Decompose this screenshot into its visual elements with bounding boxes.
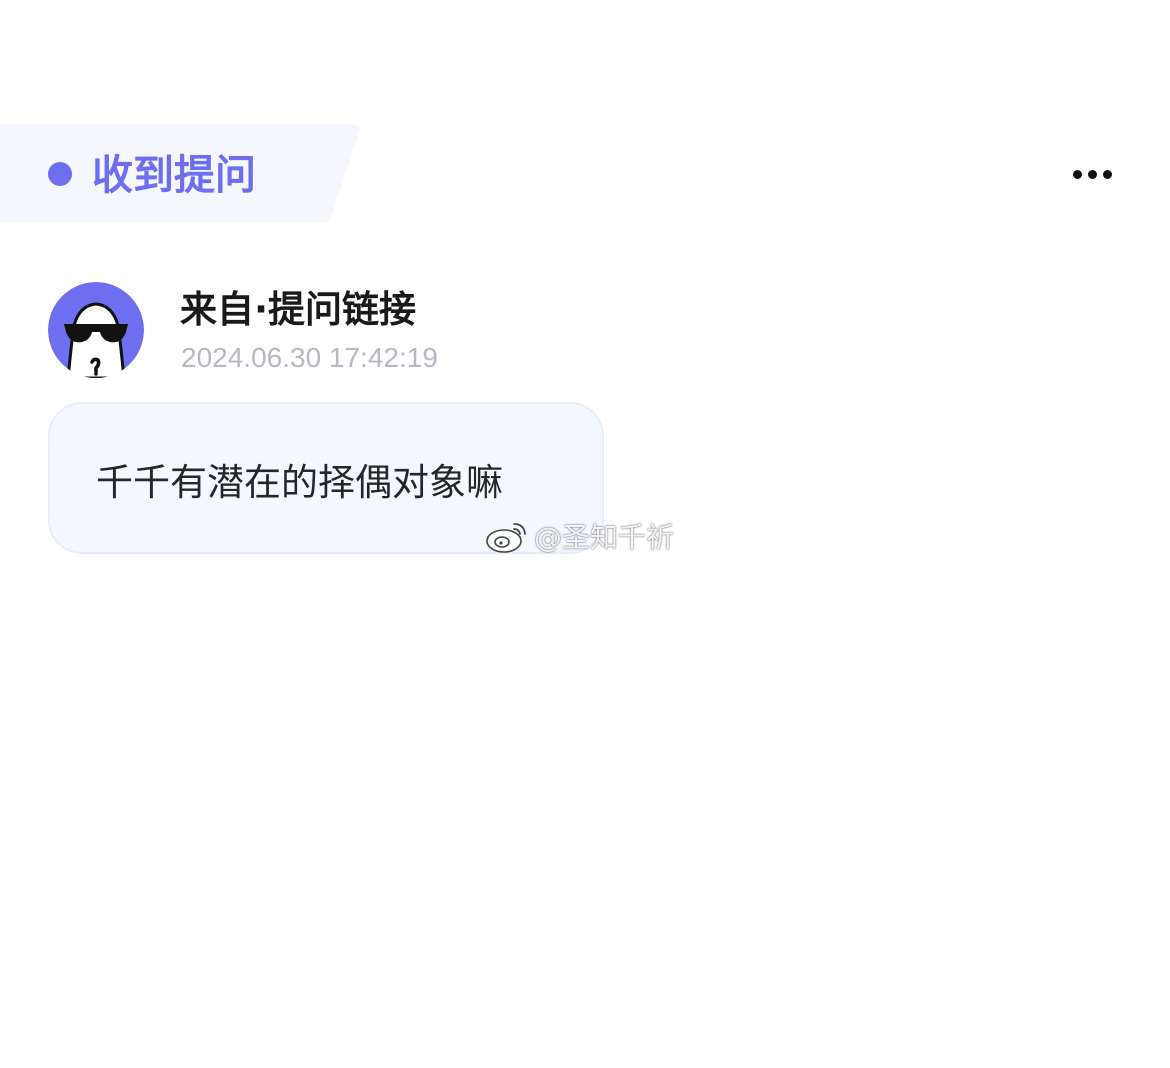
- question-timestamp: 2024.06.30 17:42:19: [181, 342, 438, 373]
- question-text: 千千有潜在的择偶对象嘛: [96, 461, 503, 504]
- more-dot-icon: [1102, 169, 1112, 179]
- sender-label: 来自·提问链接: [180, 288, 417, 331]
- weibo-watermark: @圣知千祈: [484, 516, 674, 556]
- tag-label: 收到提问: [92, 151, 256, 199]
- tag-dot-icon: [48, 162, 72, 186]
- weibo-logo-icon: [486, 523, 526, 553]
- more-dot-icon: [1087, 169, 1097, 179]
- more-dot-icon: [1072, 169, 1082, 179]
- more-options-button[interactable]: [1062, 152, 1122, 196]
- anonymous-avatar[interactable]: [48, 282, 144, 378]
- watermark-text: @圣知千祈: [534, 521, 675, 554]
- anonymous-sunglasses-icon: [48, 282, 144, 378]
